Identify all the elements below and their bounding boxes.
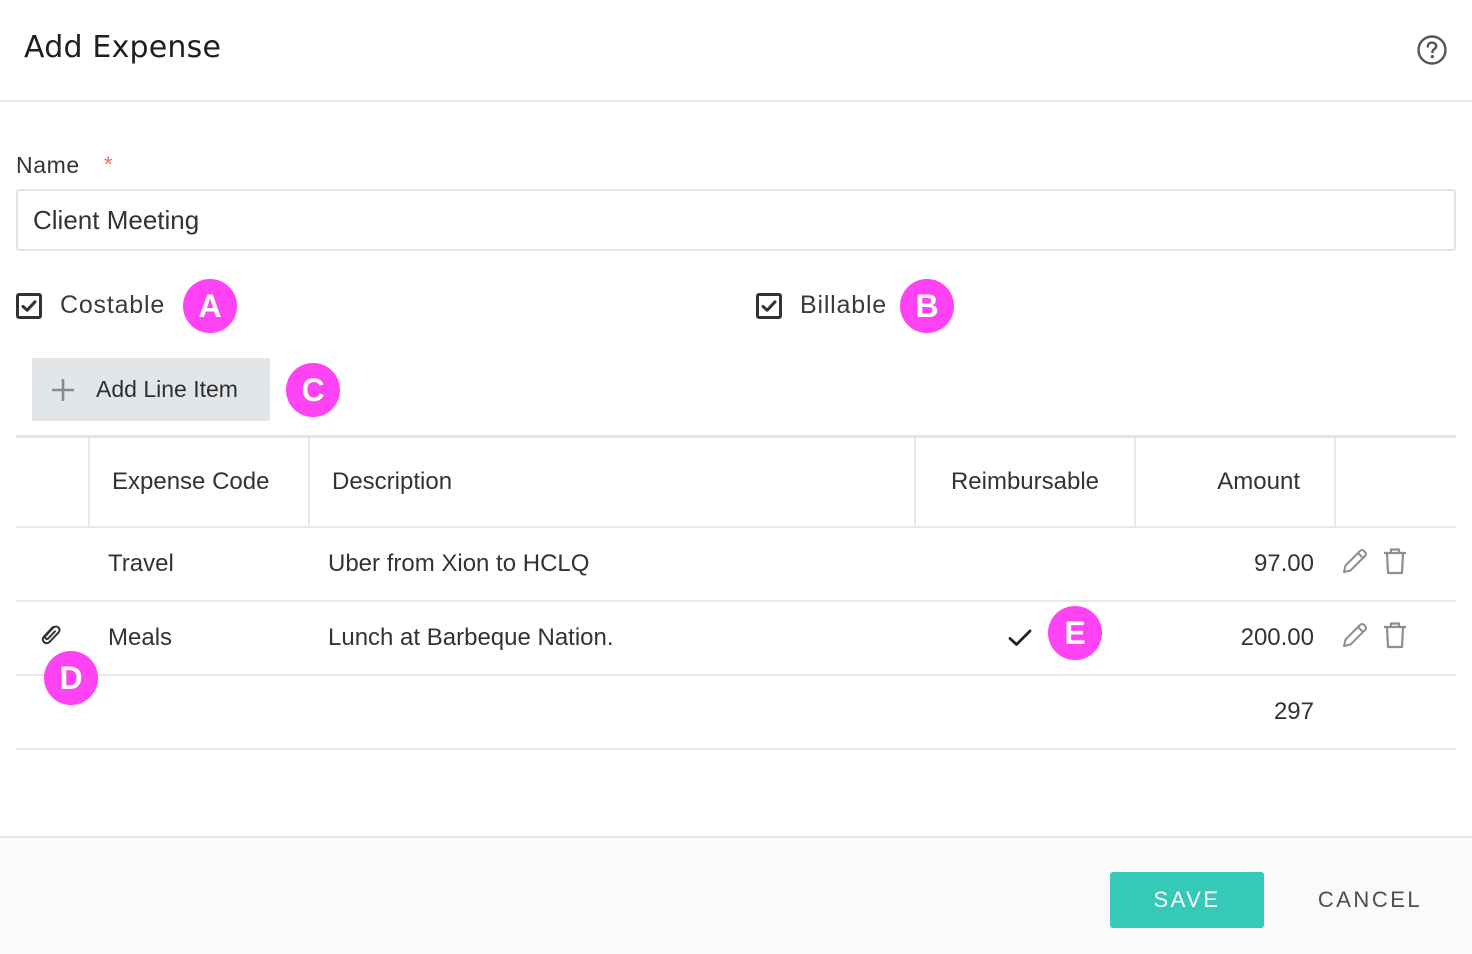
- column-header-amount[interactable]: Amount: [1134, 438, 1334, 526]
- costable-checkbox[interactable]: [16, 292, 42, 319]
- name-input[interactable]: [16, 189, 1456, 251]
- table-row: Meals Lunch at Barbeque Nation. 200.00: [16, 602, 1456, 676]
- costable-checkbox-group[interactable]: Costable: [16, 291, 165, 320]
- name-label: Name: [16, 152, 80, 178]
- dialog-footer: SAVE CANCEL: [0, 836, 1472, 954]
- add-line-item-button[interactable]: Add Line Item: [32, 358, 270, 421]
- billable-checkbox-group[interactable]: Billable: [756, 291, 887, 320]
- save-button[interactable]: SAVE: [1110, 872, 1264, 928]
- annotation-badge-e: E: [1048, 606, 1102, 660]
- checkmark-icon: [21, 299, 37, 312]
- checkmark-icon: [761, 299, 777, 312]
- expense-code-cell: Meals: [108, 624, 173, 651]
- annotation-badge-a: A: [183, 279, 237, 333]
- edit-icon[interactable]: [1340, 620, 1370, 657]
- billable-label: Billable: [800, 291, 888, 319]
- amount-cell: 97.00: [1253, 550, 1314, 577]
- amount-cell: 200.00: [1240, 624, 1314, 651]
- reimbursable-cell: [1008, 602, 1032, 674]
- expense-code-cell: Travel: [108, 550, 174, 577]
- dialog-header: Add Expense: [0, 0, 1472, 102]
- column-header-expense-code[interactable]: Expense Code: [88, 438, 308, 526]
- checkmark-icon: [1008, 629, 1032, 646]
- column-header-description[interactable]: Description: [308, 438, 914, 526]
- cancel-button[interactable]: CANCEL: [1300, 872, 1440, 928]
- delete-icon[interactable]: [1382, 620, 1408, 657]
- delete-icon[interactable]: [1382, 546, 1408, 583]
- total-amount: 297: [1273, 698, 1314, 725]
- row-actions: [1340, 528, 1408, 600]
- table-row: Travel Uber from Xion to HCLQ 97.00: [16, 528, 1456, 602]
- row-actions: [1340, 602, 1408, 674]
- annotation-badge-b: B: [900, 279, 954, 333]
- total-row: 297: [16, 676, 1456, 750]
- plus-icon: [52, 378, 74, 401]
- dialog-title: Add Expense: [24, 30, 222, 65]
- help-icon[interactable]: [1416, 34, 1448, 66]
- required-indicator: *: [104, 152, 113, 177]
- annotation-badge-c: C: [286, 363, 340, 417]
- annotation-badge-d: D: [44, 651, 98, 705]
- table-header: Expense Code Description Reimbursable Am…: [16, 438, 1456, 528]
- costable-label: Costable: [60, 291, 166, 319]
- add-line-item-label: Add Line Item: [96, 376, 238, 402]
- column-header-reimbursable[interactable]: Reimbursable: [914, 438, 1134, 526]
- billable-checkbox[interactable]: [756, 292, 782, 319]
- line-items-table: Expense Code Description Reimbursable Am…: [16, 435, 1456, 750]
- column-header-actions: [1334, 438, 1456, 526]
- description-cell: Uber from Xion to HCLQ: [328, 550, 590, 577]
- edit-icon[interactable]: [1340, 546, 1370, 583]
- column-header-attachment: [16, 438, 88, 526]
- paperclip-icon[interactable]: [36, 621, 64, 656]
- description-cell: Lunch at Barbeque Nation.: [328, 624, 614, 651]
